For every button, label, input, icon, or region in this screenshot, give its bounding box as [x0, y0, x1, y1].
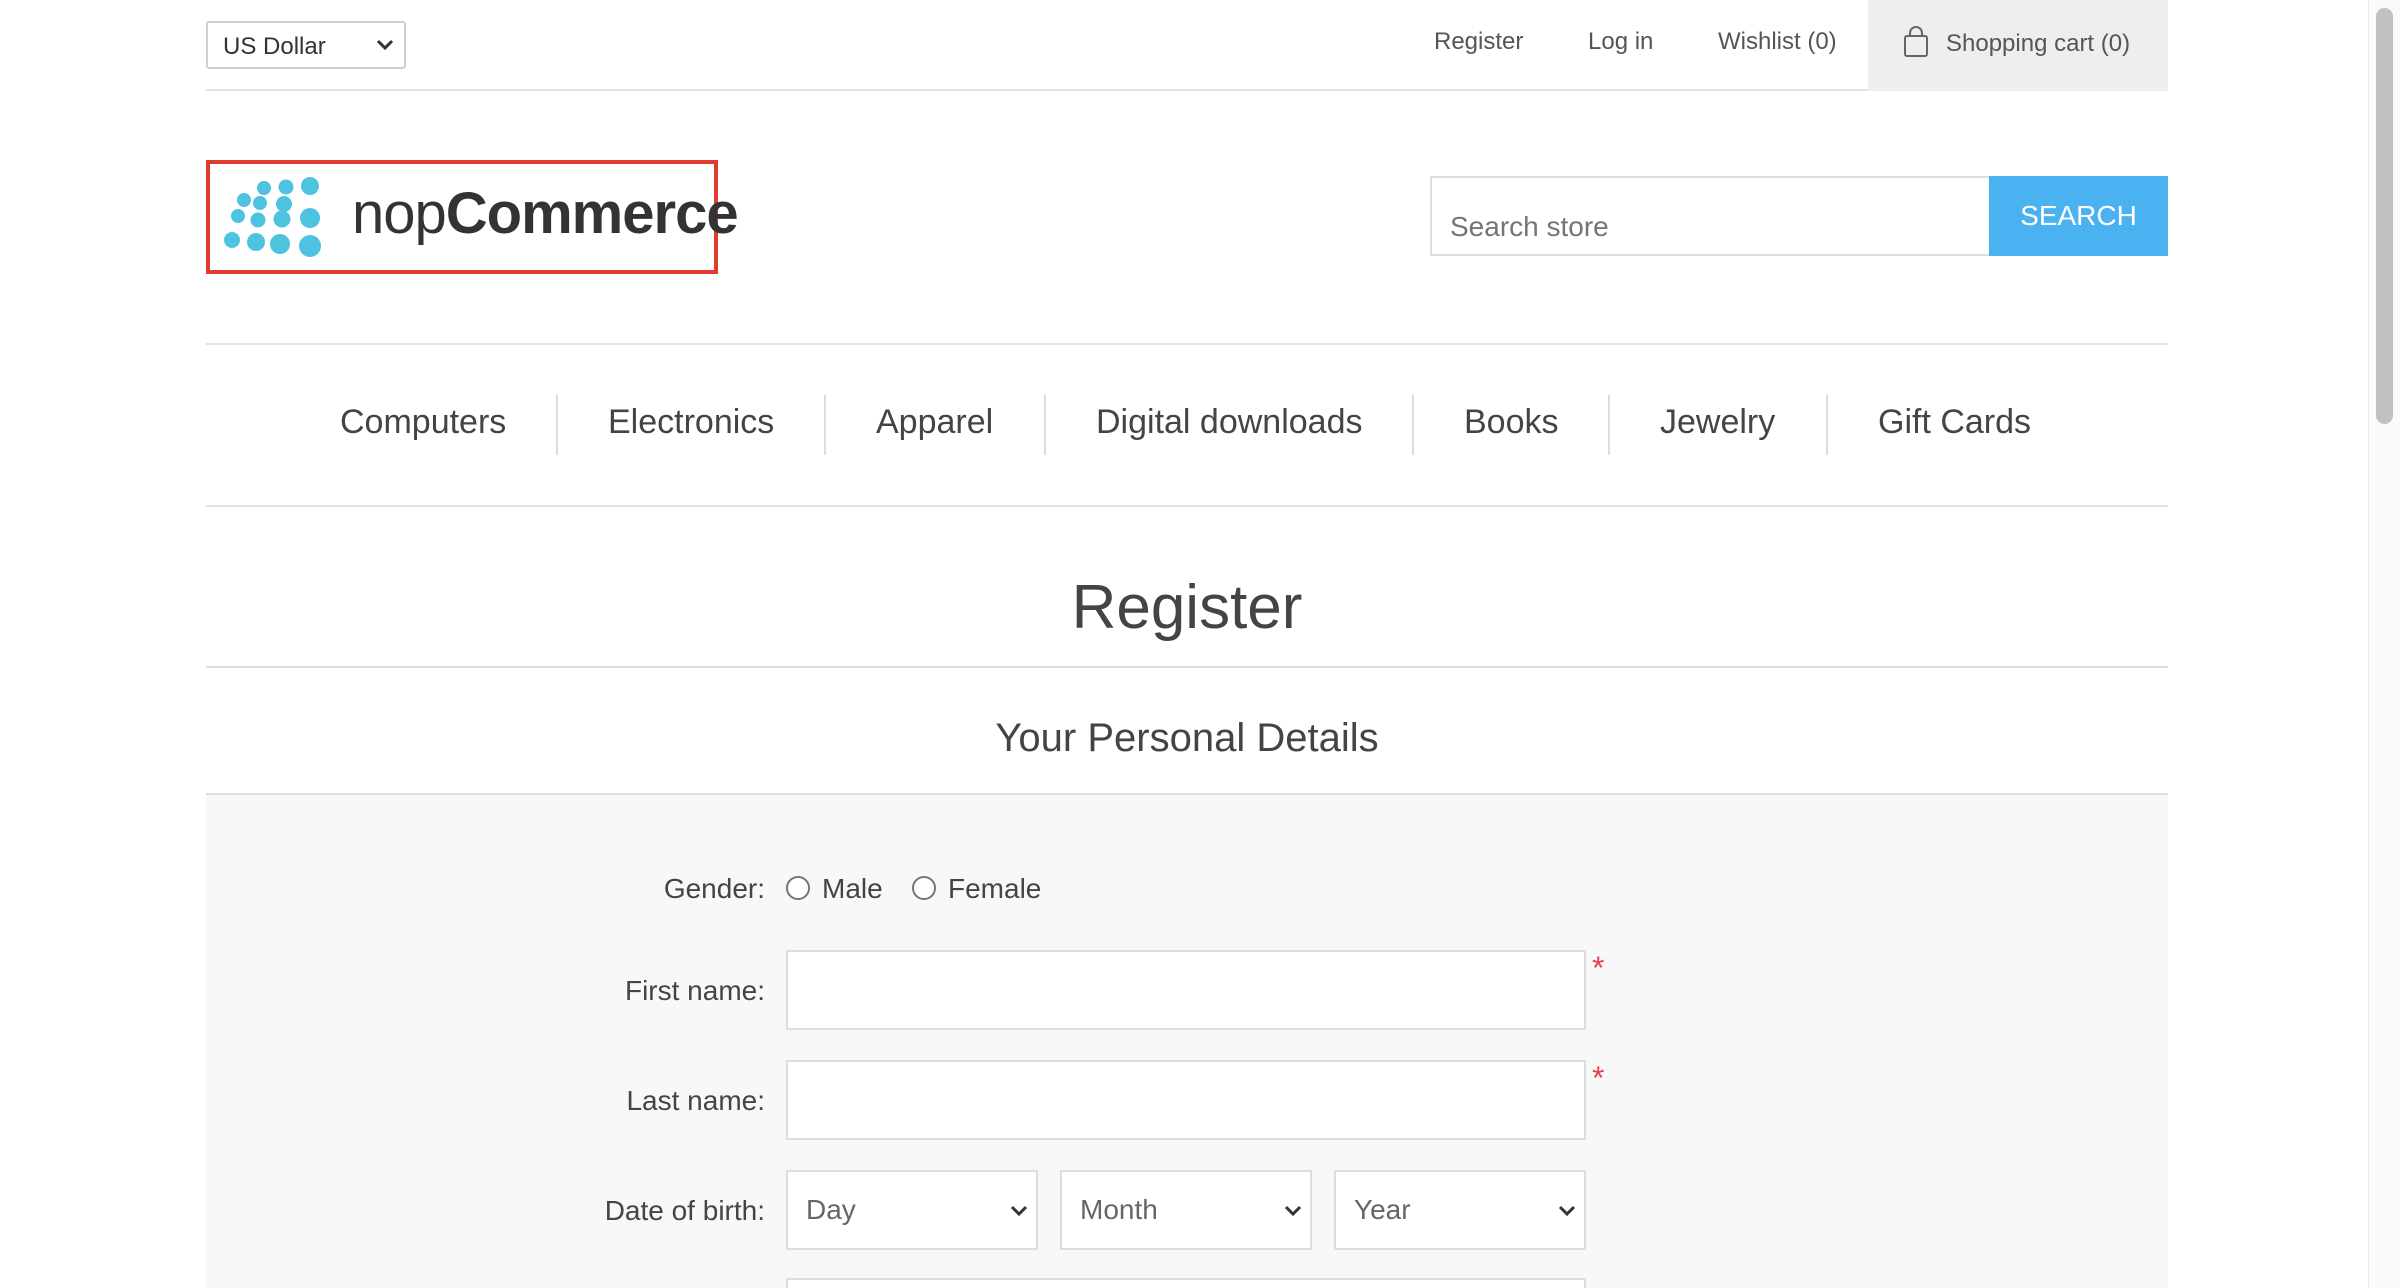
- last-name-label: Last name:: [626, 1085, 765, 1116]
- required-marker: *: [1592, 950, 1605, 986]
- dob-year-select[interactable]: Year: [1334, 1170, 1586, 1250]
- nav-separator: [1412, 395, 1414, 455]
- next-form-field[interactable]: [786, 1278, 1586, 1288]
- nav-item-books[interactable]: Books: [1464, 403, 1559, 442]
- nav-bottom-divider: [206, 505, 2168, 507]
- gender-male-radio[interactable]: [786, 876, 810, 900]
- nav-separator: [1826, 395, 1828, 455]
- currency-selector[interactable]: US Dollar: [206, 21, 406, 69]
- nav-separator: [824, 395, 826, 455]
- logo-dots-icon: [224, 177, 321, 257]
- nav-item-gift-cards[interactable]: Gift Cards: [1878, 403, 2031, 442]
- page-title: Register: [1071, 573, 1303, 642]
- page-scrollbar-thumb[interactable]: [2376, 8, 2393, 424]
- nav-item-jewelry[interactable]: Jewelry: [1660, 403, 1775, 442]
- chevron-down-icon: [1010, 1205, 1028, 1217]
- dob-month-select[interactable]: Month: [1060, 1170, 1312, 1250]
- shopping-bag-icon: [1904, 26, 1928, 57]
- first-name-field[interactable]: [786, 950, 1586, 1030]
- nav-item-apparel[interactable]: Apparel: [876, 403, 993, 442]
- nav-separator: [1044, 395, 1046, 455]
- last-name-field[interactable]: [786, 1060, 1586, 1140]
- gender-female-label[interactable]: Female: [948, 873, 1041, 905]
- nav-separator: [1608, 395, 1610, 455]
- nav-item-electronics[interactable]: Electronics: [608, 403, 774, 442]
- shopping-cart-label: Shopping cart (0): [1946, 30, 2131, 57]
- logo-suffix: Commerce: [445, 181, 739, 246]
- dob-year-value: Year: [1354, 1194, 1411, 1225]
- nav-item-computers[interactable]: Computers: [340, 403, 506, 442]
- store-logo[interactable]: nopCommerce: [206, 160, 739, 274]
- search-input[interactable]: [1430, 176, 1990, 256]
- chevron-down-icon: [1284, 1205, 1302, 1217]
- gender-female-radio[interactable]: [912, 876, 936, 900]
- nav-separator: [556, 395, 558, 455]
- nav-top-divider: [206, 343, 2168, 345]
- dob-day-value: Day: [806, 1194, 856, 1225]
- date-of-birth-label: Date of birth:: [604, 1195, 765, 1226]
- search-button[interactable]: SEARCH: [1989, 176, 2168, 256]
- gender-male-label[interactable]: Male: [822, 873, 883, 905]
- logo-wordmark: nopCommerce: [352, 180, 739, 247]
- login-link[interactable]: Log in: [1588, 28, 1653, 56]
- first-name-label: First name:: [624, 975, 765, 1006]
- currency-value: US Dollar: [223, 33, 326, 60]
- gender-label: Gender:: [663, 873, 765, 904]
- section-title: Your Personal Details: [995, 716, 1379, 760]
- required-marker: *: [1592, 1060, 1605, 1096]
- dob-day-select[interactable]: Day: [786, 1170, 1038, 1250]
- title-divider: [206, 666, 2168, 668]
- wishlist-link[interactable]: Wishlist (0): [1718, 28, 1837, 56]
- register-link[interactable]: Register: [1434, 28, 1523, 56]
- chevron-down-icon: [1558, 1205, 1576, 1217]
- chevron-down-icon: [376, 39, 394, 51]
- nav-item-digital-downloads[interactable]: Digital downloads: [1096, 403, 1363, 442]
- dob-month-value: Month: [1080, 1194, 1158, 1225]
- logo-prefix: nop: [352, 181, 447, 246]
